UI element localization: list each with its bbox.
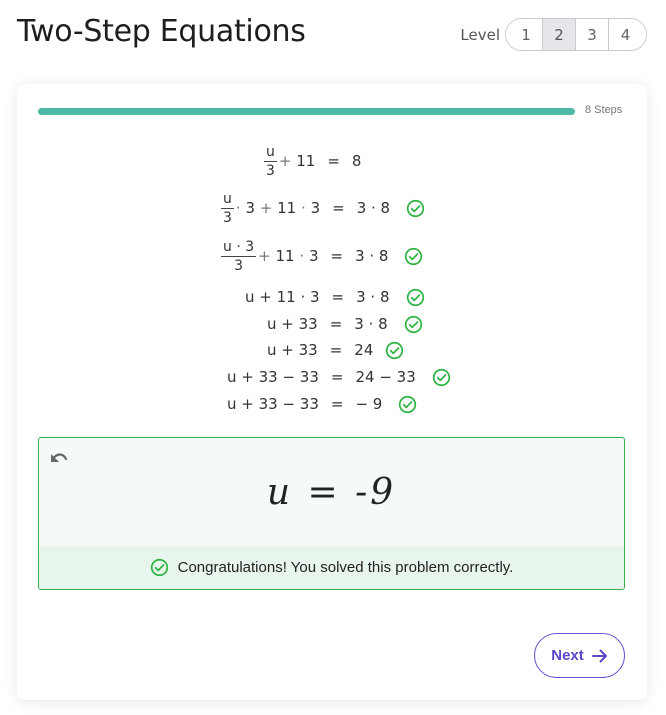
level-button-3[interactable]: 3	[576, 19, 609, 50]
equals-sign: =	[329, 315, 343, 333]
level-button-group: 1 2 3 4	[505, 18, 647, 51]
step-rhs: 24	[354, 341, 374, 359]
equals-sign: =	[329, 341, 343, 359]
check-circle-icon	[432, 368, 450, 386]
step-row: u + 33 = 24	[267, 337, 404, 363]
check-circle-icon	[404, 315, 422, 333]
check-circle-icon	[386, 341, 404, 359]
step-row: u + 33 − 33 = 24 − 33	[227, 364, 451, 390]
level-label: Level	[460, 25, 500, 44]
step-row: u + 33 − 33 = − 9	[227, 391, 417, 417]
next-button[interactable]: Next	[534, 633, 625, 678]
equals-sign: =	[330, 247, 344, 265]
step-rhs: 3 · 8	[356, 288, 390, 306]
step-rhs: 3 · 8	[355, 247, 389, 265]
equals-sign: =	[332, 199, 345, 217]
equals-sign: =	[330, 368, 344, 386]
check-circle-icon	[405, 247, 423, 265]
step-rhs: − 9	[355, 395, 383, 413]
check-circle-icon	[399, 395, 417, 413]
check-circle-icon	[150, 558, 168, 577]
step-lhs: u + 33	[267, 315, 318, 333]
progress-label: 8 Steps	[585, 104, 623, 116]
check-circle-icon	[406, 288, 424, 306]
step-lhs: u + 33	[267, 341, 318, 359]
step-row: u3 + 11 = 8	[264, 145, 362, 178]
problem-card: 8 Steps u3 + 11 = 8 u3 · 3 + 11 · 3 = 3 …	[17, 84, 647, 700]
feedback-message: Congratulations! You solved this problem…	[177, 559, 514, 576]
step-row: u + 33 = 3 · 8	[267, 311, 423, 337]
step-lhs: u3 · 3 + 11 · 3	[221, 190, 321, 226]
answer-box: u = -9 Congratulations! You solved this …	[38, 437, 625, 590]
level-button-2[interactable]: 2	[543, 19, 576, 50]
step-lhs: u + 33 − 33	[227, 395, 319, 413]
check-circle-icon	[406, 199, 425, 217]
arrow-right-icon	[591, 649, 607, 662]
step-rhs: 3 · 8	[354, 315, 388, 333]
step-rhs: 3 · 8	[356, 199, 391, 217]
equals-sign: =	[330, 395, 344, 413]
feedback-bar: Congratulations! You solved this problem…	[39, 546, 624, 589]
level-button-4[interactable]: 4	[609, 19, 646, 50]
undo-icon[interactable]	[47, 448, 69, 466]
step-lhs: u · 33 + 11 · 3	[221, 238, 319, 274]
step-row: u + 11 · 3 = 3 · 8	[245, 284, 425, 310]
step-rhs: 24 − 33	[355, 368, 416, 386]
step-lhs: u + 11 · 3	[245, 288, 320, 306]
equals-sign: =	[327, 152, 340, 170]
progress-bar	[38, 108, 575, 115]
step-lhs: u + 33 − 33	[227, 368, 319, 386]
next-button-label: Next	[551, 647, 584, 664]
level-selector: Level 1 2 3 4	[460, 18, 647, 51]
step-row: u · 33 + 11 · 3 = 3 · 8	[221, 240, 423, 273]
handwritten-answer[interactable]: u = -9	[39, 472, 624, 513]
page-title: Two-Step Equations	[17, 14, 306, 49]
equals-sign: =	[331, 288, 345, 306]
step-lhs: u3 + 11	[264, 143, 316, 179]
step-row: u3 · 3 + 11 · 3 = 3 · 8	[221, 192, 425, 225]
level-button-1[interactable]: 1	[506, 19, 543, 50]
progress-fill	[38, 108, 575, 115]
step-rhs: 8	[351, 152, 362, 170]
